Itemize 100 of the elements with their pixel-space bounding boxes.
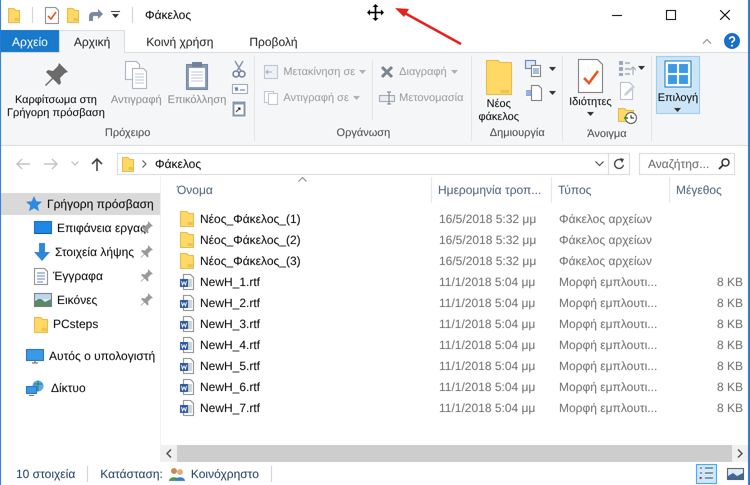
column-header[interactable]: Ημερομηνία τροπ... bbox=[432, 177, 552, 203]
up-arrow-icon[interactable] bbox=[91, 156, 103, 170]
file-name[interactable]: NewH_1.rtf bbox=[200, 274, 260, 288]
close-icon bbox=[720, 10, 730, 20]
move-to-icon bbox=[263, 64, 280, 80]
status-label: Κατάσταση: bbox=[100, 466, 163, 480]
caret-icon bbox=[674, 108, 682, 112]
folder-icon bbox=[122, 156, 134, 172]
table-cell: 11/1/2018 5:04 μμ bbox=[439, 380, 536, 394]
table-cell: Φάκελος αρχείων bbox=[559, 212, 652, 226]
dropdown-icon[interactable] bbox=[111, 11, 120, 19]
details-view-icon bbox=[697, 465, 716, 482]
search-field[interactable]: Αναζήτησ... bbox=[639, 152, 735, 174]
nav-item[interactable]: Επιφάνεια εργας bbox=[1, 216, 160, 240]
file-name[interactable]: NewH_3.rtf bbox=[200, 316, 260, 330]
table-cell: Μορφή εμπλουτι... bbox=[559, 358, 658, 372]
computer-icon bbox=[26, 348, 44, 364]
column-header[interactable]: Όνομα bbox=[161, 177, 432, 203]
refresh-icon bbox=[613, 158, 625, 170]
table-cell: 16/5/2018 5:32 μμ bbox=[439, 254, 536, 268]
column-header[interactable]: Τύπος bbox=[552, 177, 670, 203]
nav-item[interactable]: Γρήγορη πρόσβαση bbox=[1, 193, 160, 215]
group-label: Πρόχειρο bbox=[104, 127, 152, 141]
help-icon[interactable] bbox=[724, 33, 740, 49]
properties-icon[interactable] bbox=[45, 6, 59, 24]
delete-icon bbox=[379, 64, 396, 80]
folder-icon bbox=[486, 59, 512, 95]
file-menu-tab[interactable]: Αρχείο bbox=[1, 30, 59, 52]
large-icons-view-icon bbox=[726, 465, 745, 482]
ribbon-button[interactable]: Καρφίτσωμα στη Γρήγορη πρόσβαση bbox=[5, 56, 107, 122]
caret-icon bbox=[549, 91, 556, 95]
caret-icon bbox=[586, 112, 594, 116]
table-cell: 16/5/2018 5:32 μμ bbox=[439, 232, 536, 246]
document-icon bbox=[180, 274, 194, 290]
caret-icon bbox=[638, 66, 645, 70]
table-cell: 8 KB bbox=[716, 380, 743, 394]
table-cell: 8 KB bbox=[716, 316, 743, 330]
file-name[interactable]: NewH_5.rtf bbox=[200, 358, 260, 372]
nav-item[interactable]: Αυτός ο υπολογιστή bbox=[1, 344, 160, 368]
ribbon-tab[interactable]: Κοινή χρήση bbox=[131, 30, 228, 52]
chevron-right-icon[interactable] bbox=[142, 160, 147, 168]
folder-icon bbox=[180, 231, 194, 248]
nav-item[interactable]: Δίκτυο bbox=[1, 376, 160, 400]
table-cell: 8 KB bbox=[716, 400, 743, 414]
scroll-left-icon bbox=[166, 449, 172, 458]
table-cell: 11/1/2018 5:04 μμ bbox=[439, 274, 536, 288]
grid-icon bbox=[662, 59, 693, 89]
ribbon-button[interactable]: Επιλογή bbox=[656, 56, 700, 114]
file-name[interactable]: Νέος_Φάκελος_(2) bbox=[200, 232, 301, 246]
file-name[interactable]: Νέος_Φάκελος_(1) bbox=[200, 212, 301, 226]
redo-icon[interactable] bbox=[87, 8, 103, 22]
document-icon bbox=[180, 400, 194, 416]
table-cell: Φάκελος αρχείων bbox=[559, 232, 652, 246]
table-cell: 8 KB bbox=[716, 274, 743, 288]
network-icon bbox=[26, 380, 46, 396]
table-cell: Μορφή εμπλουτι... bbox=[559, 296, 658, 310]
sort-ascending-icon bbox=[298, 177, 307, 182]
table-cell: 11/1/2018 5:04 μμ bbox=[439, 296, 536, 310]
caret-icon bbox=[549, 67, 556, 71]
nav-item[interactable]: Εικόνες bbox=[1, 288, 160, 312]
image-icon bbox=[34, 293, 52, 307]
table-cell: Μορφή εμπλουτι... bbox=[559, 338, 658, 352]
nav-item[interactable]: Έγγραφα bbox=[1, 264, 160, 288]
table-cell: 16/5/2018 5:32 μμ bbox=[439, 212, 536, 226]
file-name[interactable]: NewH_4.rtf bbox=[200, 338, 260, 352]
file-name[interactable]: Νέος_Φάκελος_(3) bbox=[200, 254, 301, 268]
folder-icon bbox=[8, 7, 20, 23]
document-icon bbox=[180, 358, 194, 374]
download-icon bbox=[34, 243, 50, 261]
group-label: Άνοιγμα bbox=[586, 128, 628, 142]
scissors-icon[interactable] bbox=[232, 60, 246, 78]
table-cell: 8 KB bbox=[716, 296, 743, 310]
paste-shortcut-icon[interactable] bbox=[232, 100, 246, 117]
folder-icon bbox=[34, 316, 48, 332]
chevron-down-icon[interactable] bbox=[595, 160, 604, 166]
ribbon-button[interactable]: Νέος φάκελος bbox=[476, 56, 522, 126]
window-title: Φάκελος bbox=[145, 8, 192, 22]
file-name[interactable]: NewH_6.rtf bbox=[200, 380, 260, 394]
chevron-up-icon[interactable] bbox=[702, 38, 712, 44]
move-cursor-icon bbox=[367, 4, 384, 21]
desktop-icon bbox=[34, 221, 52, 235]
folder-icon bbox=[180, 210, 194, 227]
view-button[interactable] bbox=[696, 464, 717, 484]
file-name[interactable]: NewH_7.rtf bbox=[200, 400, 260, 414]
ribbon-tab[interactable]: Αρχική bbox=[58, 30, 126, 53]
ribbon-tab[interactable]: Προβολή bbox=[234, 30, 313, 52]
caret-icon bbox=[450, 70, 458, 74]
address-bar[interactable]: Φάκελος bbox=[117, 152, 630, 174]
table-cell: Φάκελος αρχείων bbox=[559, 254, 652, 268]
table-cell: Μορφή εμπλουτι... bbox=[559, 316, 658, 330]
document-icon bbox=[180, 316, 194, 332]
history-icon[interactable] bbox=[618, 106, 638, 124]
nav-item[interactable]: Στοιχεία λήψης bbox=[1, 240, 160, 264]
nav-item[interactable]: PCsteps bbox=[1, 312, 160, 336]
file-name[interactable]: NewH_2.rtf bbox=[200, 296, 260, 310]
column-header[interactable]: Μέγεθος bbox=[670, 177, 748, 203]
ribbon-button[interactable]: Ιδιότητες bbox=[567, 56, 614, 118]
breadcrumb[interactable]: Φάκελος bbox=[155, 156, 202, 170]
group-label: Οργάνωση bbox=[336, 127, 392, 141]
table-cell: 11/1/2018 5:04 μμ bbox=[439, 358, 536, 372]
